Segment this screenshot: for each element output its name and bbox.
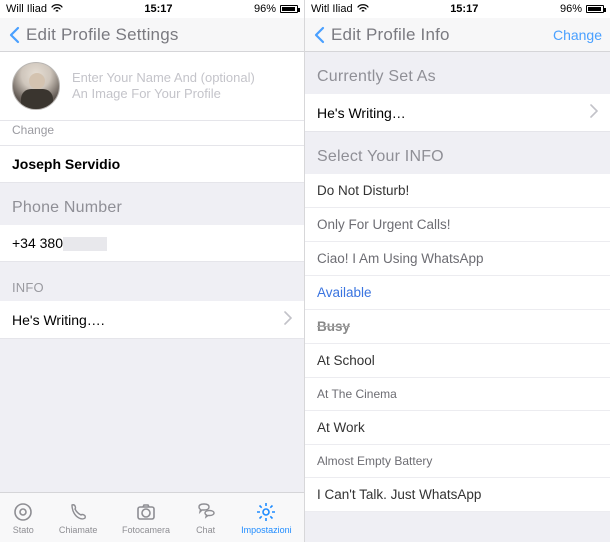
phone-masked: 000 (63, 237, 107, 251)
select-header: Select Your INFO (305, 132, 610, 174)
battery-percent: 96% (560, 3, 582, 15)
navbar: Edit Profile Settings (0, 18, 304, 52)
status-bar: Witl Iliad 15:17 96% (305, 0, 610, 18)
navbar: Edit Profile Info Change (305, 18, 610, 52)
carrier-label: Witl Iliad (311, 3, 353, 15)
page-title: Edit Profile Info (331, 25, 549, 45)
clock: 15:17 (450, 3, 478, 15)
wifi-icon (51, 3, 63, 16)
clock: 15:17 (144, 3, 172, 15)
chevron-right-icon (590, 104, 598, 121)
option-row[interactable]: Busy (305, 310, 610, 344)
option-row[interactable]: Ciao! I Am Using WhatsApp (305, 242, 610, 276)
chevron-right-icon (284, 311, 292, 328)
phone-header: Phone Number (0, 183, 304, 225)
currently-header: Currently Set As (305, 52, 610, 94)
back-button[interactable] (8, 26, 22, 44)
option-row[interactable]: Only For Urgent Calls! (305, 208, 610, 242)
option-row[interactable]: At The Cinema (305, 378, 610, 411)
info-header: INFO (0, 262, 304, 301)
change-button[interactable]: Change (553, 27, 602, 43)
phone-row: +34 380000 (0, 225, 304, 262)
back-button[interactable] (313, 26, 327, 44)
battery-icon (586, 5, 604, 13)
option-row[interactable]: Almost Empty Battery (305, 445, 610, 478)
option-row[interactable]: Do Not Disturb! (305, 174, 610, 208)
tab-chat[interactable]: Chat (195, 501, 217, 535)
tab-fotocamera[interactable]: Fotocamera (122, 501, 170, 535)
tabbar: Stato Chiamate Fotocamera Chat Impostazi… (0, 492, 304, 542)
battery-percent: 96% (254, 3, 276, 15)
tab-impostazioni[interactable]: Impostazioni (241, 501, 292, 535)
name-field[interactable]: Joseph Servidio (0, 146, 304, 183)
wifi-icon (357, 3, 369, 16)
option-row[interactable]: At School (305, 344, 610, 378)
profile-block: Enter Your Name And (optional) An Image … (0, 52, 304, 121)
tab-stato[interactable]: Stato (12, 501, 34, 535)
info-row[interactable]: He's Writing…. (0, 301, 304, 339)
avatar[interactable] (12, 62, 60, 110)
option-row[interactable]: I Can't Talk. Just WhatsApp (305, 478, 610, 512)
page-title: Edit Profile Settings (26, 25, 296, 45)
battery-icon (280, 5, 298, 13)
option-row[interactable]: Available (305, 276, 610, 310)
option-row[interactable]: At Work (305, 411, 610, 445)
status-bar: Will Iliad 15:17 96% (0, 0, 304, 18)
name-hint: Enter Your Name And (optional) An Image … (72, 70, 255, 103)
tab-chiamate[interactable]: Chiamate (59, 501, 98, 535)
change-photo-button[interactable]: Change (0, 121, 304, 146)
carrier-label: Will Iliad (6, 3, 47, 15)
current-info-row[interactable]: He's Writing… (305, 94, 610, 132)
